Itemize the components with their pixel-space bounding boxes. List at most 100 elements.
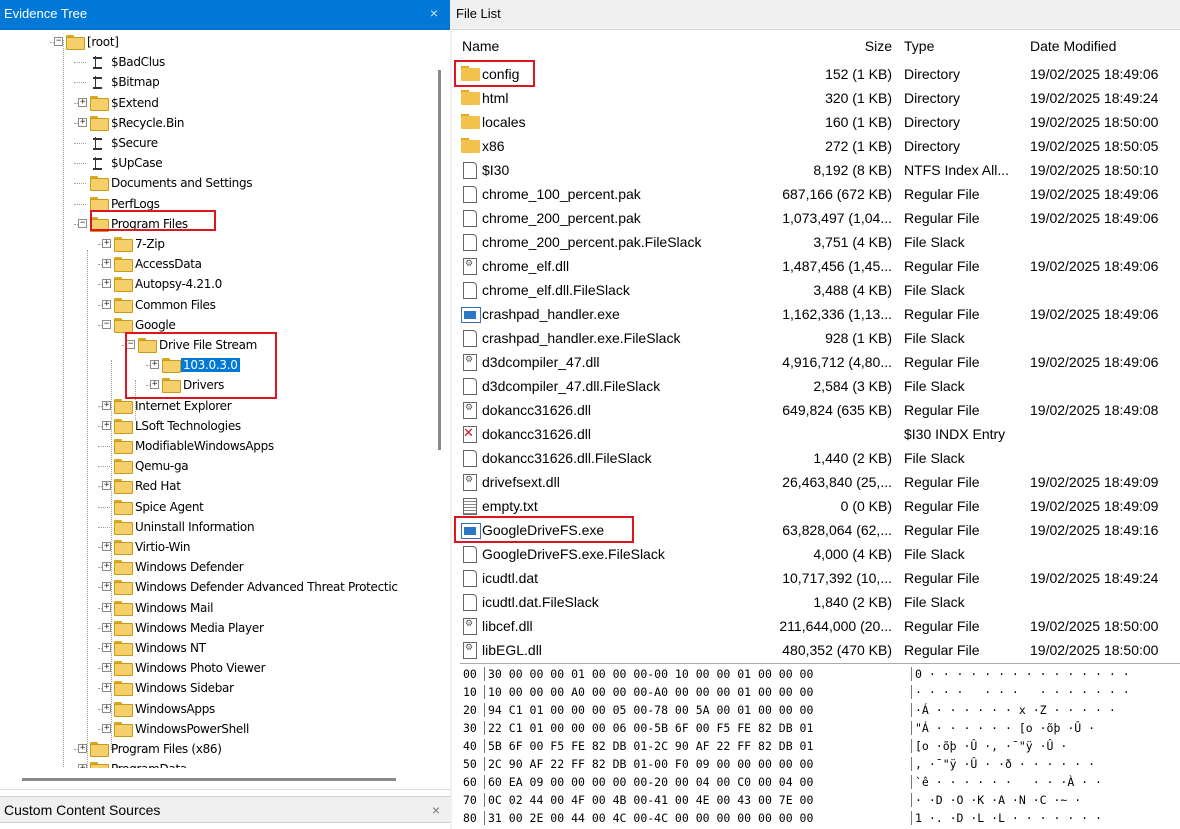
expand-icon[interactable]: + <box>102 239 111 248</box>
tree-node[interactable]: − [root] <box>0 32 430 52</box>
tree-node[interactable]: + Virtio-Win <box>0 537 430 557</box>
expand-icon[interactable]: + <box>102 723 111 733</box>
close-icon[interactable]: × <box>432 802 440 818</box>
file-row[interactable]: icudtl.dat 10,717,392 (10,... Regular File… <box>452 566 1180 590</box>
tree-node[interactable]: + Program Files (x86) <box>0 739 430 759</box>
tree-node[interactable]: − Drive File Stream <box>0 335 430 355</box>
tree-node[interactable]: Documents and Settings <box>0 173 430 193</box>
expand-icon[interactable]: + <box>102 643 111 652</box>
hex-viewer[interactable]: 00 30 00 00 00 01 00 00 00-00 10 00 00 01… <box>460 663 1180 829</box>
tree-node[interactable]: +7-Zip <box>0 234 430 254</box>
tree-node[interactable]: + Windows Sidebar <box>0 678 430 698</box>
collapse-icon[interactable]: − <box>54 37 63 46</box>
file-row[interactable]: $I30 8,192 (8 KB) NTFS Index All... 19/02/2… <box>452 158 1180 182</box>
file-row[interactable]: d3dcompiler_47.dll 4,916,712 (4,80... Regu… <box>452 350 1180 374</box>
file-row[interactable]: chrome_elf.dll 1,487,456 (1,45... Regular … <box>452 254 1180 278</box>
tree-horizontal-scrollbar[interactable] <box>0 768 450 790</box>
tree-node[interactable]: + AccessData <box>0 254 430 274</box>
tree-vertical-scroll-thumb[interactable] <box>438 70 441 450</box>
tree-node[interactable]: $BadClus <box>0 52 430 72</box>
tree-node[interactable]: + Common Files <box>0 295 430 315</box>
expand-icon[interactable]: + <box>102 582 111 592</box>
file-row[interactable]: d3dcompiler_47.dll.FileSlack 2,584 (3 KB)… <box>452 374 1180 398</box>
tree-node[interactable]: Uninstall Information <box>0 517 430 537</box>
file-row[interactable]: config 152 (1 KB) Directory 19/02/2025 18:4… <box>452 62 1180 86</box>
expand-icon[interactable]: + <box>102 562 111 572</box>
column-header-size[interactable]: Size <box>865 38 892 54</box>
collapse-icon[interactable]: − <box>102 319 111 329</box>
tree-node[interactable]: $UpCase <box>0 153 430 173</box>
file-row[interactable]: crashpad_handler.exe 1,162,336 (1,13... Re… <box>452 302 1180 326</box>
tree-node[interactable]: ModifiableWindowsApps <box>0 436 430 456</box>
tree-node[interactable]: + Red Hat <box>0 476 430 496</box>
file-row[interactable]: libcef.dll 211,644,000 (20... Regular File… <box>452 614 1180 638</box>
tree-node[interactable]: + WindowsApps <box>0 699 430 719</box>
evidence-tree[interactable]: − [root] $BadClus $Bitmap + $Extend + $Recycle.… <box>0 30 430 768</box>
tree-node[interactable]: − Program Files <box>0 214 430 234</box>
file-row[interactable]: empty.txt 0 (0 KB) Regular File 19/02/2025 … <box>452 494 1180 518</box>
tree-horizontal-scroll-thumb[interactable] <box>22 778 396 781</box>
file-row[interactable]: x86 272 (1 KB) Directory 19/02/2025 18:50:0… <box>452 134 1180 158</box>
expand-icon[interactable]: + <box>78 97 87 107</box>
tree-node[interactable]: + LSoft Technologies <box>0 416 430 436</box>
expand-icon[interactable]: + <box>102 663 111 673</box>
file-row[interactable]: chrome_100_percent.pak 687,166 (672 KB) Re… <box>452 182 1180 206</box>
file-row[interactable]: chrome_200_percent.pak 1,073,497 (1,04...… <box>452 206 1180 230</box>
expand-icon[interactable]: + <box>102 400 111 410</box>
tree-node[interactable]: + Internet Explorer <box>0 396 430 416</box>
tree-node[interactable]: + $Recycle.Bin <box>0 113 430 133</box>
file-row[interactable]: dokancc31626.dll.FileSlack 1,440 (2 KB) Fi… <box>452 446 1180 470</box>
file-row[interactable]: GoogleDriveFS.exe.FileSlack 4,000 (4 KB) F… <box>452 542 1180 566</box>
expand-icon[interactable]: + <box>150 360 159 370</box>
expand-icon[interactable]: + <box>102 481 111 491</box>
expand-icon[interactable]: + <box>78 744 87 753</box>
tree-node[interactable]: +103.0.3.0 <box>0 355 430 375</box>
tree-node[interactable]: + Drivers <box>0 375 430 395</box>
tree-node[interactable]: + Windows NT <box>0 638 430 658</box>
tree-node[interactable]: + WindowsPowerShell <box>0 719 430 739</box>
expand-icon[interactable]: + <box>102 279 111 289</box>
file-row[interactable]: html 320 (1 KB) Directory 19/02/2025 18:49:… <box>452 86 1180 110</box>
tree-node[interactable]: Spice Agent <box>0 497 430 517</box>
tree-node[interactable]: $Bitmap <box>0 72 430 92</box>
column-header-type[interactable]: Type <box>904 38 934 54</box>
file-row[interactable]: icudtl.dat.FileSlack 1,840 (2 KB) File Sla… <box>452 590 1180 614</box>
tree-node[interactable]: − Google <box>0 315 430 335</box>
expand-icon[interactable]: + <box>102 683 111 693</box>
file-row[interactable]: locales 160 (1 KB) Directory 19/02/2025 18:… <box>452 110 1180 134</box>
expand-icon[interactable]: + <box>102 420 111 430</box>
file-row[interactable]: GoogleDriveFS.exe 63,828,064 (62,... Regul… <box>452 518 1180 542</box>
file-row[interactable]: chrome_elf.dll.FileSlack 3,488 (4 KB) File… <box>452 278 1180 302</box>
file-row[interactable]: dokancc31626.dll $I30 INDX Entry <box>452 422 1180 446</box>
tree-node[interactable]: + Windows Photo Viewer <box>0 658 430 678</box>
tree-node[interactable]: +ProgramData <box>0 759 430 768</box>
tree-node[interactable]: Qemu-ga <box>0 456 430 476</box>
file-row[interactable]: dokancc31626.dll 649,824 (635 KB) Regular … <box>452 398 1180 422</box>
close-icon[interactable]: × <box>430 5 438 21</box>
tree-node[interactable]: PerfLogs <box>0 194 430 214</box>
column-header-date-modified[interactable]: Date Modified <box>1030 38 1116 54</box>
expand-icon[interactable]: + <box>102 602 111 612</box>
collapse-icon[interactable]: − <box>126 340 135 349</box>
tree-node[interactable]: + $Extend <box>0 93 430 113</box>
expand-icon[interactable]: + <box>102 542 111 551</box>
collapse-icon[interactable]: − <box>78 218 87 228</box>
tree-node[interactable]: $Secure <box>0 133 430 153</box>
tree-vertical-scrollbar[interactable] <box>430 30 450 768</box>
tree-node[interactable]: + Windows Defender <box>0 557 430 577</box>
file-row[interactable]: drivefsext.dll 26,463,840 (25,... Regular … <box>452 470 1180 494</box>
expand-icon[interactable]: + <box>102 259 111 269</box>
tree-node[interactable]: + Autopsy-4.21.0 <box>0 274 430 294</box>
file-row[interactable]: libEGL.dll 480,352 (470 KB) Regular File 19… <box>452 638 1180 662</box>
tree-node[interactable]: + Windows Media Player <box>0 618 430 638</box>
expand-icon[interactable]: + <box>78 117 87 127</box>
expand-icon[interactable]: + <box>102 703 111 713</box>
file-row[interactable]: chrome_200_percent.pak.FileSlack 3,751 (4… <box>452 230 1180 254</box>
expand-icon[interactable]: + <box>102 622 111 632</box>
tree-node[interactable]: + Windows Defender Advanced Threat Protec… <box>0 577 430 597</box>
column-header-name[interactable]: Name <box>462 38 499 54</box>
tree-node[interactable]: + Windows Mail <box>0 598 430 618</box>
expand-icon[interactable]: + <box>150 380 159 390</box>
expand-icon[interactable]: + <box>102 299 111 309</box>
file-row[interactable]: crashpad_handler.exe.FileSlack 928 (1 KB)… <box>452 326 1180 350</box>
